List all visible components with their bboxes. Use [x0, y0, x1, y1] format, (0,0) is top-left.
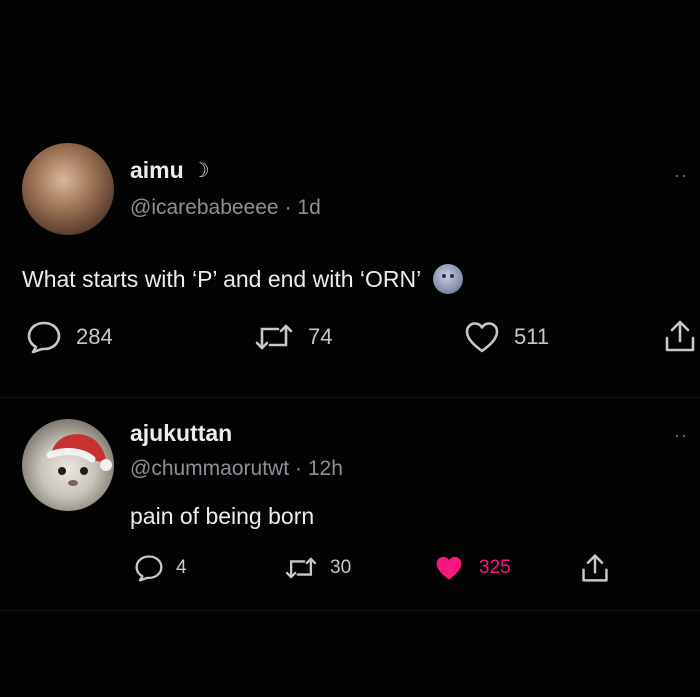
reply-icon	[27, 321, 61, 354]
timestamp[interactable]: · 12h	[295, 457, 343, 481]
tweet-text-content: pain of being born	[130, 503, 315, 529]
retweet-count: 74	[308, 324, 333, 349]
divider	[0, 397, 700, 398]
moon-icon: ☽	[191, 160, 210, 182]
like-button[interactable]: 511	[464, 320, 549, 354]
author-row: aimu ☽	[130, 157, 210, 184]
share-icon	[582, 554, 608, 582]
display-name[interactable]: ajukuttan	[130, 420, 232, 447]
timestamp[interactable]: · 1d	[285, 196, 321, 220]
divider	[0, 610, 700, 611]
heart-filled-icon	[436, 556, 462, 580]
reply-button[interactable]: 284	[26, 320, 113, 354]
handle-row: @chummaorutwt · 12h	[130, 457, 343, 481]
reply-count: 284	[76, 324, 113, 349]
share-button[interactable]	[663, 318, 697, 354]
tweet-ajukuttan[interactable]: ajukuttan @chummaorutwt · 12h ·· pain of…	[0, 410, 700, 610]
share-icon	[665, 320, 695, 352]
handle[interactable]: @chummaorutwt	[130, 457, 289, 481]
more-options-icon[interactable]: ··	[674, 165, 688, 186]
tweet-aimu[interactable]: aimu ☽ @icarebabeeee · 1d ·· What starts…	[0, 140, 700, 390]
tweet-actions: 4 30 325	[0, 550, 700, 590]
tweet-text-content: What starts with ‘P’ and end with ‘ORN’	[22, 265, 422, 292]
more-options-icon[interactable]: ··	[674, 425, 688, 446]
author-row: ajukuttan	[130, 420, 232, 447]
display-name[interactable]: aimu	[130, 157, 184, 184]
retweet-button[interactable]: 30	[284, 554, 351, 582]
handle[interactable]: @icarebabeeee	[130, 196, 279, 220]
reply-button[interactable]: 4	[134, 554, 187, 582]
avatar[interactable]	[22, 143, 114, 235]
avatar[interactable]	[22, 419, 114, 511]
frowning-face-icon	[433, 264, 464, 294]
tweet-text: What starts with ‘P’ and end with ‘ORN’	[22, 264, 464, 294]
like-count: 325	[479, 557, 511, 578]
tweet-text: pain of being born	[130, 503, 314, 530]
like-count: 511	[514, 324, 550, 349]
share-button[interactable]	[580, 552, 610, 584]
heart-icon	[465, 322, 499, 353]
reply-count: 4	[176, 557, 187, 578]
retweet-icon	[255, 324, 293, 350]
retweet-count: 30	[330, 557, 352, 578]
reply-icon	[135, 555, 163, 582]
retweet-icon	[285, 557, 317, 579]
handle-row: @icarebabeeee · 1d	[130, 196, 321, 220]
tweet-actions: 284 74 511	[0, 318, 700, 358]
santa-hat-icon	[46, 434, 112, 486]
like-button[interactable]: 325	[433, 554, 511, 582]
retweet-button[interactable]: 74	[254, 320, 332, 354]
